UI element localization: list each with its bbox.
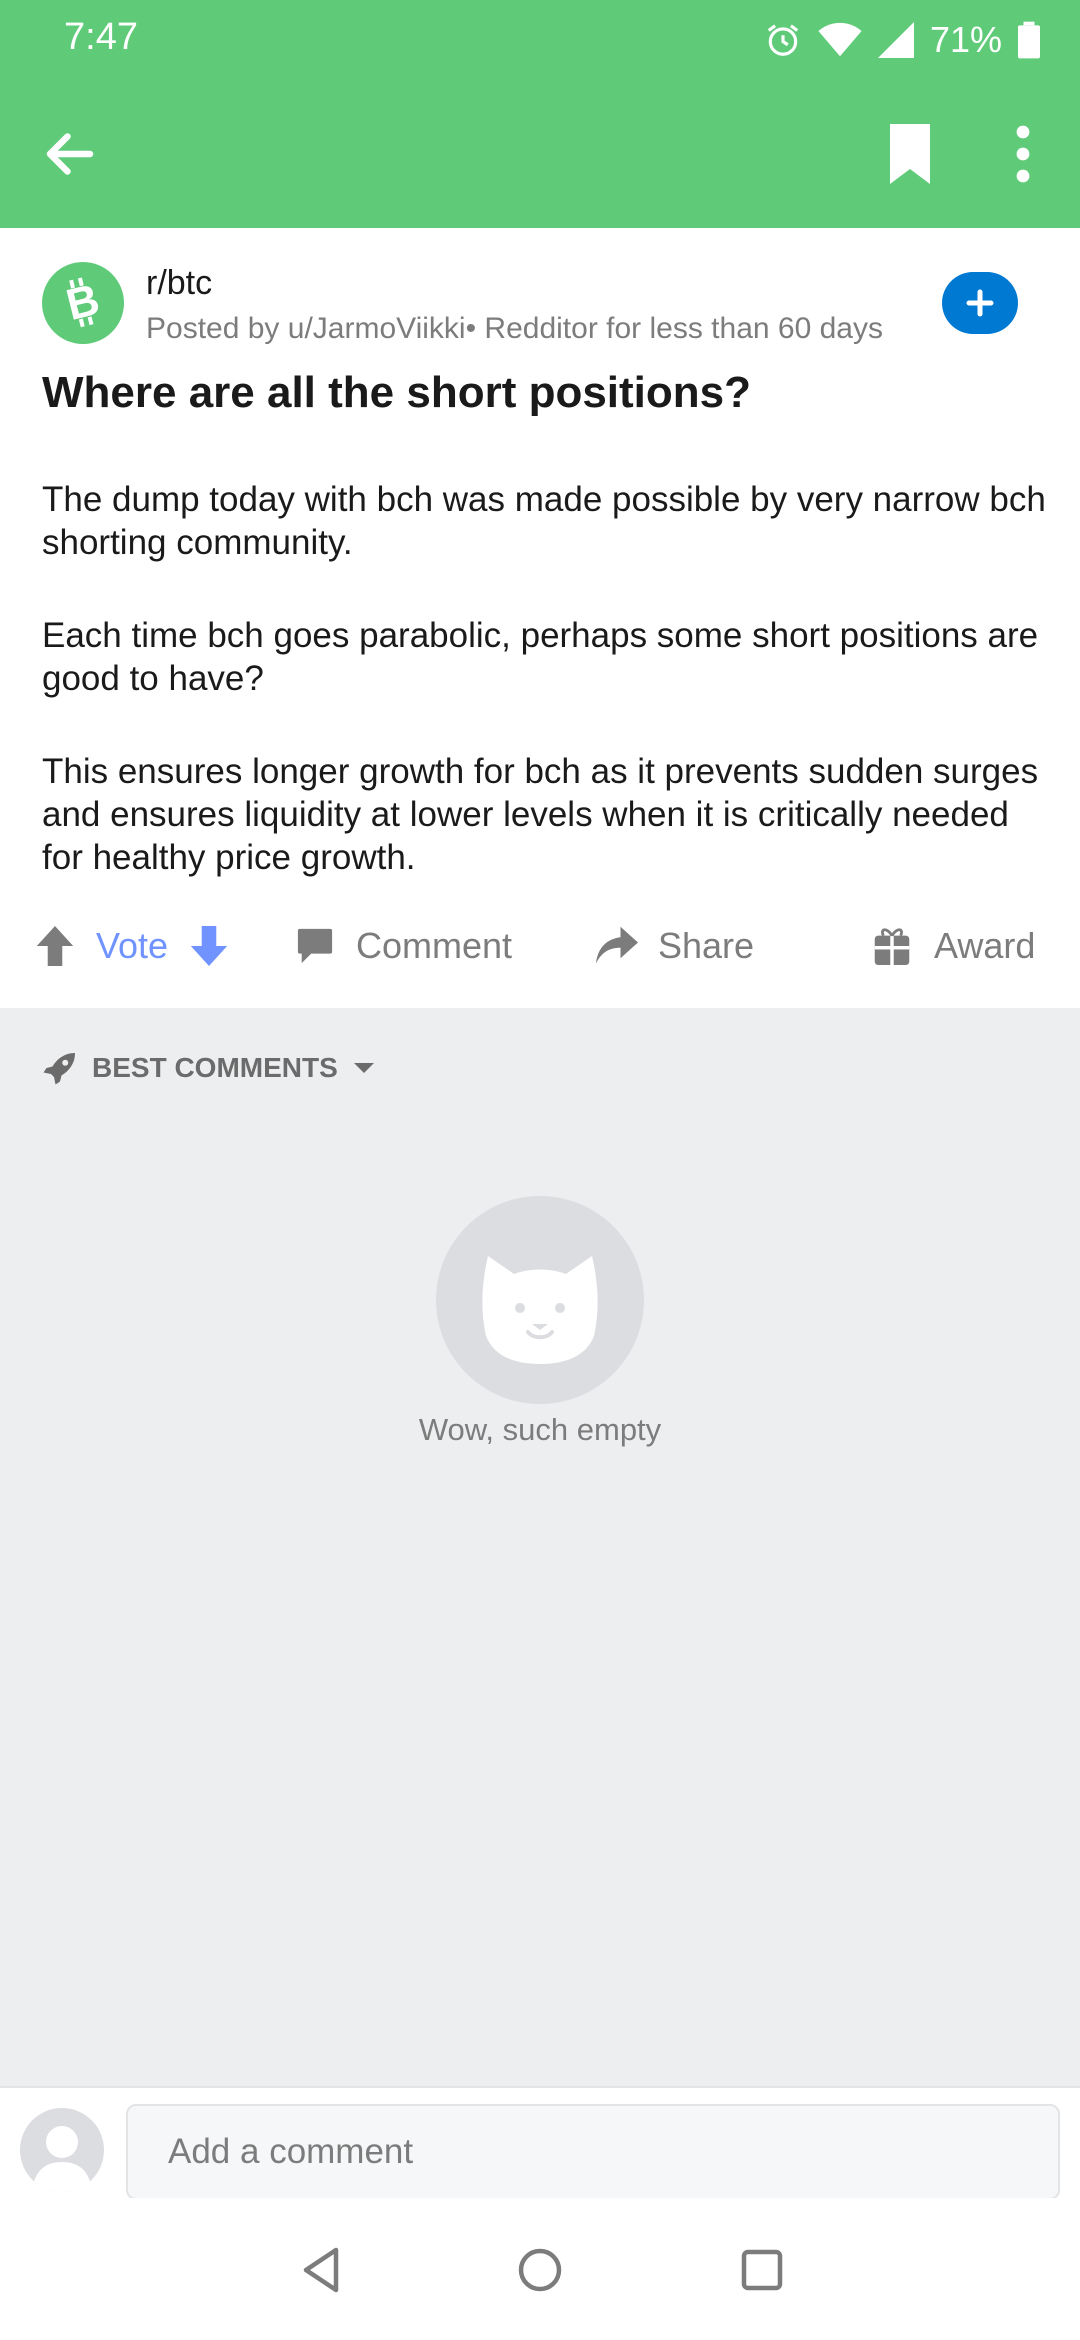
status-time: 7:47 <box>64 16 138 58</box>
subreddit-avatar[interactable]: B <box>42 262 124 344</box>
join-subreddit-button[interactable] <box>942 272 1018 334</box>
upvote-icon[interactable] <box>36 926 74 966</box>
back-arrow-icon[interactable] <box>40 124 100 184</box>
nav-back-icon[interactable] <box>292 2240 352 2300</box>
cell-signal-icon <box>877 22 914 58</box>
award-button[interactable]: Award <box>874 918 1035 974</box>
alarm-icon <box>767 24 799 56</box>
post-paragraph: This ensures longer growth for bch as it… <box>42 752 1039 877</box>
post-body: The dump today with bch was made possibl… <box>42 478 1052 929</box>
share-button[interactable]: Share <box>596 918 754 974</box>
post-paragraph: The dump today with bch was made possibl… <box>42 480 1046 562</box>
app-bar <box>0 80 1080 228</box>
battery-icon <box>1018 21 1040 59</box>
post-title: Where are all the short positions? <box>42 368 752 417</box>
comments-section: BEST COMMENTS Wow, such empty <box>0 1008 1080 2086</box>
nav-home-icon[interactable] <box>510 2240 570 2300</box>
caret-down-icon <box>353 1063 374 1073</box>
bitcoin-cash-icon: B <box>62 275 105 330</box>
user-avatar[interactable] <box>20 2108 104 2192</box>
comment-button[interactable]: Comment <box>296 918 512 974</box>
bookmark-icon[interactable] <box>884 124 936 184</box>
comment-composer: Add a comment <box>0 2086 1080 2200</box>
post-actions: Vote Comment Share Award <box>0 896 1080 996</box>
battery-percentage: 71% <box>929 19 1002 60</box>
comment-label: Comment <box>356 925 513 966</box>
award-label: Award <box>934 925 1036 966</box>
comment-input[interactable]: Add a comment <box>126 2104 1060 2200</box>
downvote-icon[interactable] <box>190 926 228 966</box>
subreddit-name[interactable]: r/btc <box>146 264 212 303</box>
wifi-icon <box>818 22 862 57</box>
rocket-icon <box>43 1053 75 1085</box>
user-avatar-icon <box>32 2126 92 2192</box>
status-icons: 71% <box>764 14 1040 66</box>
share-label: Share <box>658 925 755 966</box>
plus-icon <box>966 289 994 317</box>
post-card: B r/btc Posted by u/JarmoViikki• Reddito… <box>0 228 1080 1008</box>
status-bar: 7:47 71% <box>0 0 1080 80</box>
vote-group: Vote <box>36 918 228 974</box>
share-icon <box>596 926 638 964</box>
post-paragraph: Each time bch goes parabolic, perhaps so… <box>42 616 1039 698</box>
post-meta[interactable]: Posted by u/JarmoViikki• Redditor for le… <box>146 312 932 346</box>
nav-recents-icon[interactable] <box>732 2240 792 2300</box>
more-vert-icon[interactable] <box>1008 124 1038 184</box>
comment-icon <box>297 928 333 964</box>
system-nav-bar <box>0 2198 1080 2340</box>
vote-label: Vote <box>96 925 169 966</box>
empty-state-text: Wow, such empty <box>418 1412 662 1447</box>
comment-sort-dropdown[interactable]: BEST COMMENTS <box>42 1038 376 1098</box>
cat-face-icon <box>482 1256 598 1364</box>
gift-icon <box>874 928 910 965</box>
comment-sort-label: BEST COMMENTS <box>92 1052 338 1083</box>
empty-state-illustration <box>436 1196 644 1404</box>
